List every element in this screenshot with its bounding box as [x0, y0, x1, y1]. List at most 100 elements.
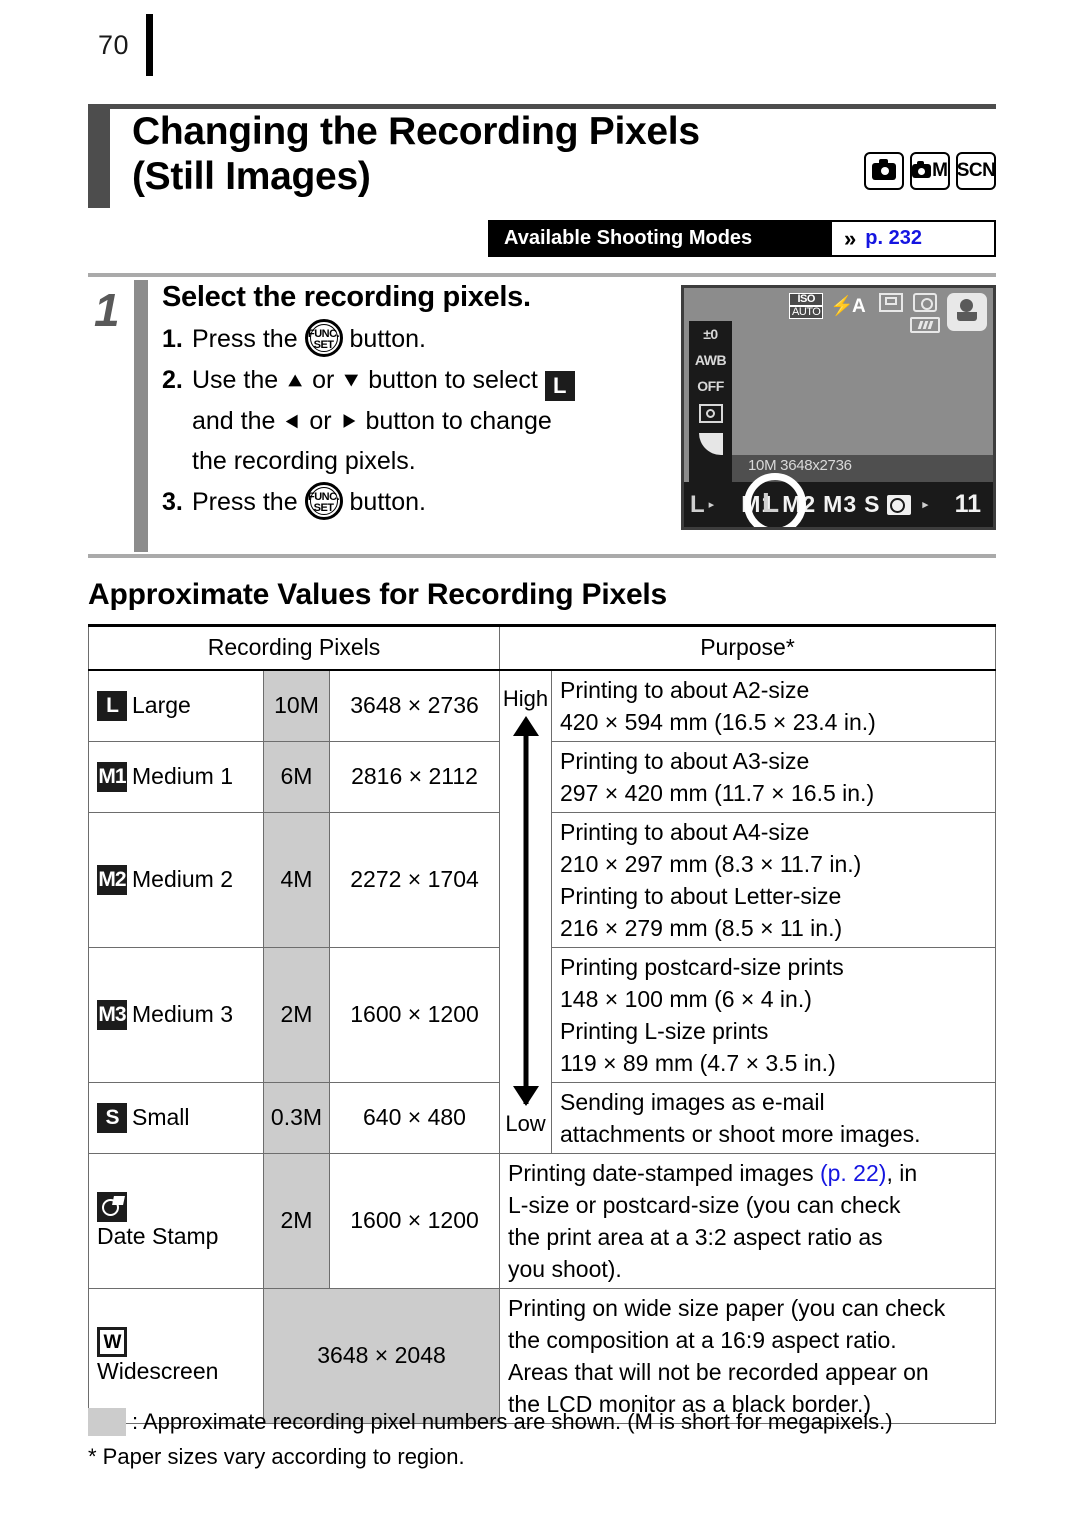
page-reference-link[interactable]: p. 232 — [865, 227, 922, 250]
name-wrap: W Widescreen — [89, 1323, 263, 1389]
row-dimensions: 3648 × 2736 — [328, 669, 501, 742]
set-label: SET — [313, 502, 334, 514]
quality-arrow: High Low — [500, 684, 551, 1139]
purpose-line: 420 × 594 mm (16.5 × 23.4 in.) — [560, 708, 876, 735]
mode-m-label: M — [932, 160, 948, 181]
page-title-line2: (Still Images) — [132, 155, 371, 198]
page-number: 70 — [98, 30, 130, 60]
selector-current-value: L — [690, 490, 705, 518]
iso-auto-icon: ISO AUTO — [789, 293, 824, 319]
lcd-left-icon-strip: ±0 AWB OFF — [689, 321, 732, 489]
camera-icon — [913, 293, 937, 312]
lcd-top-icons: ISO AUTO ⚡A — [789, 293, 866, 319]
substep-3-text: Press the FUNC. SET button. — [192, 482, 722, 522]
selector-option-M3[interactable]: M3 — [823, 491, 857, 518]
shooting-mode-icon — [947, 293, 987, 331]
row-dimensions: 1600 × 1200 — [328, 946, 501, 1083]
row-label: Widescreen — [97, 1357, 219, 1384]
page-title-line1: Changing the Recording Pixels — [132, 110, 700, 153]
substep-2-or-1: or — [312, 366, 335, 394]
purpose-line: 119 × 89 mm (4.7 × 3.5 in.) — [560, 1049, 836, 1076]
purpose-line: 210 × 297 mm (8.3 × 11.7 in.) — [560, 850, 862, 877]
quality-arrow-column: High Low — [499, 669, 553, 1154]
purpose-line: L-size or postcard-size (you can check — [508, 1191, 901, 1218]
func-set-button-icon: FUNC. SET — [304, 482, 343, 520]
date-stamp-icon — [97, 1191, 127, 1222]
available-shooting-modes-ref[interactable]: » p. 232 — [832, 222, 994, 255]
name-wrap: M1 Medium 1 — [89, 761, 263, 792]
row-name-cell: L Large — [88, 669, 264, 742]
row-megapixels: 10M — [263, 669, 330, 742]
table-row: W Widescreen 3648 × 2048 Printing on wid… — [88, 1287, 996, 1424]
step-body: Select the recording pixels. 1. Press th… — [162, 281, 722, 522]
row-name-cell: M1 Medium 1 — [88, 740, 264, 813]
name-wrap: M3 Medium 3 — [89, 999, 263, 1030]
substep-2-b: button to select — [368, 366, 538, 394]
row-label: Small — [132, 1104, 190, 1130]
purpose-line: 216 × 279 mm (8.5 × 11 in.) — [560, 914, 843, 941]
substep-1: 1. Press the FUNC. SET button. — [162, 319, 722, 359]
selection-highlight-label: L — [762, 487, 780, 518]
substep-3-post: button. — [349, 488, 426, 516]
row-name-cell: W Widescreen — [88, 1287, 264, 1424]
lcd-right-column — [910, 293, 940, 333]
row-purpose: Printing to about A3-size 297 × 420 mm (… — [551, 740, 996, 813]
medium1-size-badge-icon: M1 — [97, 761, 127, 792]
arrow-left-icon: ⯇ — [282, 409, 303, 437]
footnotes: : Approximate recording pixel numbers ar… — [88, 1406, 996, 1473]
row-megapixels: 2M — [263, 1152, 330, 1289]
row-megapixels: 0.3M — [263, 1081, 330, 1154]
purpose-line: Printing on wide size paper (you can che… — [508, 1294, 946, 1321]
battery-icon — [910, 317, 940, 333]
step-number: 1 — [94, 284, 120, 336]
section-heading: Approximate Values for Recording Pixels — [88, 578, 668, 611]
table-row: L Large 10M 3648 × 2736 High Low Printin… — [88, 669, 996, 1154]
page-reference-link[interactable]: (p. 22) — [820, 1160, 886, 1186]
arrow-right-icon: ⯈ — [338, 409, 359, 437]
arrow-shaft — [523, 734, 529, 1104]
row-purpose: Sending images as e-mail attachments or … — [551, 1081, 996, 1154]
set-label: SET — [313, 339, 334, 351]
page-title: Changing the Recording Pixels (Still Ima… — [132, 109, 832, 199]
purpose-line: Printing L-size prints — [560, 1017, 769, 1044]
row-label: Medium 2 — [132, 866, 233, 892]
page-header: 70 — [0, 0, 1080, 92]
step-title: Select the recording pixels. — [162, 281, 531, 313]
camera-manual-icon: M — [910, 152, 950, 190]
footnote-legend-text: : Approximate recording pixel numbers ar… — [132, 1409, 893, 1434]
lcd-size-selector-bar[interactable]: L ▸ L M1 M2 M3 S ▸ 11 — [684, 482, 993, 527]
selector-option-S[interactable]: S — [864, 491, 880, 518]
lcd-right-icons — [879, 293, 987, 333]
substep-2-a: Use the — [192, 366, 279, 394]
step-side-bar — [134, 280, 148, 552]
row-dimensions: 1600 × 1200 — [328, 1152, 501, 1289]
date-stamp-icon[interactable] — [887, 494, 912, 515]
purpose-line: Printing to about A4-size — [560, 818, 810, 845]
evaluative-metering-icon — [698, 404, 723, 423]
purpose-line: Areas that will not be recorded appear o… — [508, 1358, 929, 1385]
quality-high-label: High — [502, 686, 549, 711]
row-dimensions: 640 × 480 — [328, 1081, 501, 1154]
white-balance-value: AWB — [694, 352, 727, 368]
step-top-rule — [88, 273, 996, 277]
triangle-left-icon: ▸ — [708, 499, 715, 511]
row-name-cell: M2 Medium 2 — [88, 811, 264, 948]
row-purpose: Printing to about A4-size 210 × 297 mm (… — [551, 811, 996, 948]
row-purpose: Printing date-stamped images (p. 22), in… — [499, 1152, 996, 1289]
available-mode-icons: M SCN — [864, 152, 996, 190]
substep-3-pre: Press the — [192, 488, 298, 516]
iso-value: AUTO — [789, 306, 824, 319]
footnote-note: * Paper sizes vary according to region. — [88, 1444, 465, 1469]
row-purpose: Printing postcard-size prints 148 × 100 … — [551, 946, 996, 1083]
substep-2: 2. Use the ⯅ or ⯆ button to select L and… — [162, 360, 722, 481]
purpose-line: Printing date-stamped images (p. 22), in — [508, 1157, 995, 1189]
substep-2-number: 2. — [162, 366, 183, 394]
title-side-bar — [88, 109, 110, 208]
row-label: Medium 3 — [132, 1001, 233, 1027]
exposure-compensation-value: ±0 — [703, 326, 718, 342]
large-size-badge-icon: L — [97, 690, 127, 721]
substep-1-text: Press the FUNC. SET button. — [192, 319, 722, 359]
row-label: Date Stamp — [97, 1222, 219, 1249]
purpose-line: Printing postcard-size prints — [560, 953, 844, 980]
medium3-size-badge-icon: M3 — [97, 999, 127, 1030]
